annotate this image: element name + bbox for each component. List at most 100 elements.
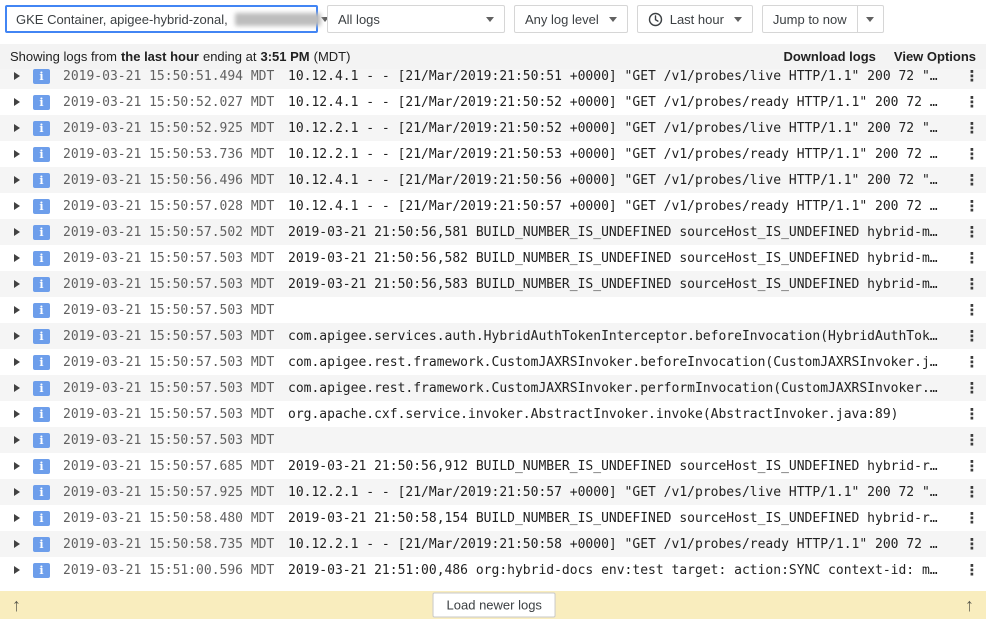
jump-to-now-menu-button[interactable] xyxy=(858,5,884,33)
log-row[interactable]: i 2019-03-21 15:50:57.503 MDT org.apache… xyxy=(0,401,986,427)
log-row[interactable]: i 2019-03-21 15:50:52.027 MDT 10.12.4.1 … xyxy=(0,89,986,115)
log-row[interactable]: i 2019-03-21 15:51:00.596 MDT 2019-03-21… xyxy=(0,557,986,583)
status-range: the last hour xyxy=(121,49,199,64)
log-row[interactable]: i 2019-03-21 15:50:57.502 MDT 2019-03-21… xyxy=(0,219,986,245)
expand-arrow-icon[interactable] xyxy=(14,462,20,470)
row-menu-icon[interactable]: ⋮ xyxy=(964,535,980,553)
info-severity-icon: i xyxy=(33,199,50,214)
log-row[interactable]: i 2019-03-21 15:50:57.503 MDT com.apigee… xyxy=(0,375,986,401)
chevron-down-icon xyxy=(609,17,617,22)
row-menu-icon[interactable]: ⋮ xyxy=(964,327,980,345)
expand-arrow-icon[interactable] xyxy=(14,332,20,340)
expand-arrow-icon[interactable] xyxy=(14,98,20,106)
log-level-dropdown[interactable]: Any log level xyxy=(514,5,628,33)
expand-arrow-icon[interactable] xyxy=(14,306,20,314)
log-timestamp: 2019-03-21 15:50:57.685 MDT xyxy=(63,459,275,474)
row-menu-icon[interactable]: ⋮ xyxy=(964,145,980,163)
expand-arrow-icon[interactable] xyxy=(14,176,20,184)
log-row[interactable]: i 2019-03-21 15:50:57.685 MDT 2019-03-21… xyxy=(0,453,986,479)
log-timestamp: 2019-03-21 15:50:57.503 MDT xyxy=(63,277,275,292)
row-menu-icon[interactable]: ⋮ xyxy=(964,457,980,475)
status-timezone: (MDT) xyxy=(314,49,351,64)
log-row[interactable]: i 2019-03-21 15:50:56.496 MDT 10.12.4.1 … xyxy=(0,167,986,193)
expand-arrow-icon[interactable] xyxy=(14,410,20,418)
row-menu-icon[interactable]: ⋮ xyxy=(964,405,980,423)
row-menu-icon[interactable]: ⋮ xyxy=(964,353,980,371)
log-row[interactable]: i 2019-03-21 15:50:57.503 MDT ⋮ xyxy=(0,427,986,453)
row-menu-icon[interactable]: ⋮ xyxy=(964,483,980,501)
info-severity-icon: i xyxy=(33,173,50,188)
expand-arrow-icon[interactable] xyxy=(14,124,20,132)
log-timestamp: 2019-03-21 15:50:58.735 MDT xyxy=(63,537,275,552)
log-timestamp: 2019-03-21 15:51:00.596 MDT xyxy=(63,563,275,578)
info-severity-icon: i xyxy=(33,225,50,240)
expand-arrow-icon[interactable] xyxy=(14,384,20,392)
expand-arrow-icon[interactable] xyxy=(14,514,20,522)
logs-filter-dropdown[interactable]: All logs xyxy=(327,5,505,33)
scroll-to-top-right-icon[interactable]: ↑ xyxy=(965,596,974,614)
expand-arrow-icon[interactable] xyxy=(14,228,20,236)
expand-arrow-icon[interactable] xyxy=(14,150,20,158)
view-options-button[interactable]: View Options xyxy=(894,49,976,64)
clock-icon xyxy=(648,12,663,27)
log-message: 10.12.2.1 - - [21/Mar/2019:21:50:58 +000… xyxy=(288,537,960,552)
expand-arrow-icon[interactable] xyxy=(14,202,20,210)
log-row[interactable]: i 2019-03-21 15:50:52.925 MDT 10.12.2.1 … xyxy=(0,115,986,141)
row-menu-icon[interactable]: ⋮ xyxy=(964,171,980,189)
info-severity-icon: i xyxy=(33,355,50,370)
row-menu-icon[interactable]: ⋮ xyxy=(964,275,980,293)
log-row[interactable]: i 2019-03-21 15:50:57.503 MDT 2019-03-21… xyxy=(0,245,986,271)
info-severity-icon: i xyxy=(33,433,50,448)
row-menu-icon[interactable]: ⋮ xyxy=(964,249,980,267)
status-end-time: 3:51 PM xyxy=(260,49,309,64)
log-row[interactable]: i 2019-03-21 15:50:57.503 MDT com.apigee… xyxy=(0,349,986,375)
expand-arrow-icon[interactable] xyxy=(14,358,20,366)
info-severity-icon: i xyxy=(33,95,50,110)
log-row[interactable]: i 2019-03-21 15:50:58.480 MDT 2019-03-21… xyxy=(0,505,986,531)
row-menu-icon[interactable]: ⋮ xyxy=(964,301,980,319)
row-menu-icon[interactable]: ⋮ xyxy=(964,431,980,449)
info-severity-icon: i xyxy=(33,537,50,552)
log-timestamp: 2019-03-21 15:50:58.480 MDT xyxy=(63,511,275,526)
row-menu-icon[interactable]: ⋮ xyxy=(964,509,980,527)
jump-to-now-button[interactable]: Jump to now xyxy=(762,5,858,33)
time-range-dropdown[interactable]: Last hour xyxy=(637,5,753,33)
log-message: 10.12.4.1 - - [21/Mar/2019:21:50:52 +000… xyxy=(288,95,960,110)
log-message: com.apigee.services.auth.HybridAuthToken… xyxy=(288,329,960,344)
info-severity-icon: i xyxy=(33,459,50,474)
row-menu-icon[interactable]: ⋮ xyxy=(964,561,980,579)
expand-arrow-icon[interactable] xyxy=(14,254,20,262)
log-message: 10.12.2.1 - - [21/Mar/2019:21:50:52 +000… xyxy=(288,121,960,136)
log-timestamp: 2019-03-21 15:50:57.925 MDT xyxy=(63,485,275,500)
log-message: 10.12.2.1 - - [21/Mar/2019:21:50:57 +000… xyxy=(288,485,960,500)
log-row[interactable]: i 2019-03-21 15:50:58.735 MDT 10.12.2.1 … xyxy=(0,531,986,557)
row-menu-icon[interactable]: ⋮ xyxy=(964,69,980,85)
log-message: 10.12.2.1 - - [21/Mar/2019:21:50:53 +000… xyxy=(288,147,960,162)
expand-arrow-icon[interactable] xyxy=(14,540,20,548)
resource-filter-dropdown[interactable]: GKE Container, apigee-hybrid-zonal, xyxy=(5,5,318,33)
scroll-to-top-left-icon[interactable]: ↑ xyxy=(12,596,21,614)
logs-filter-value: All logs xyxy=(338,12,380,27)
log-message: 2019-03-21 21:50:56,581 BUILD_NUMBER_IS_… xyxy=(288,225,960,240)
log-row[interactable]: i 2019-03-21 15:50:57.503 MDT 2019-03-21… xyxy=(0,271,986,297)
log-row[interactable]: i 2019-03-21 15:50:57.925 MDT 10.12.2.1 … xyxy=(0,479,986,505)
expand-arrow-icon[interactable] xyxy=(14,488,20,496)
row-menu-icon[interactable]: ⋮ xyxy=(964,197,980,215)
row-menu-icon[interactable]: ⋮ xyxy=(964,119,980,137)
download-logs-button[interactable]: Download logs xyxy=(783,49,875,64)
log-message: 2019-03-21 21:50:56,582 BUILD_NUMBER_IS_… xyxy=(288,251,960,266)
info-severity-icon: i xyxy=(33,277,50,292)
log-row[interactable]: i 2019-03-21 15:50:57.503 MDT ⋮ xyxy=(0,297,986,323)
log-row[interactable]: i 2019-03-21 15:50:57.503 MDT com.apigee… xyxy=(0,323,986,349)
expand-arrow-icon[interactable] xyxy=(14,436,20,444)
row-menu-icon[interactable]: ⋮ xyxy=(964,93,980,111)
log-row[interactable]: i 2019-03-21 15:50:57.028 MDT 10.12.4.1 … xyxy=(0,193,986,219)
expand-arrow-icon[interactable] xyxy=(14,280,20,288)
row-menu-icon[interactable]: ⋮ xyxy=(964,379,980,397)
load-newer-logs-button[interactable]: Load newer logs xyxy=(433,593,556,618)
expand-arrow-icon[interactable] xyxy=(14,72,20,80)
log-row[interactable]: i 2019-03-21 15:50:53.736 MDT 10.12.2.1 … xyxy=(0,141,986,167)
row-menu-icon[interactable]: ⋮ xyxy=(964,223,980,241)
log-row[interactable]: i 2019-03-21 15:50:51.494 MDT 10.12.4.1 … xyxy=(0,69,986,89)
expand-arrow-icon[interactable] xyxy=(14,566,20,574)
